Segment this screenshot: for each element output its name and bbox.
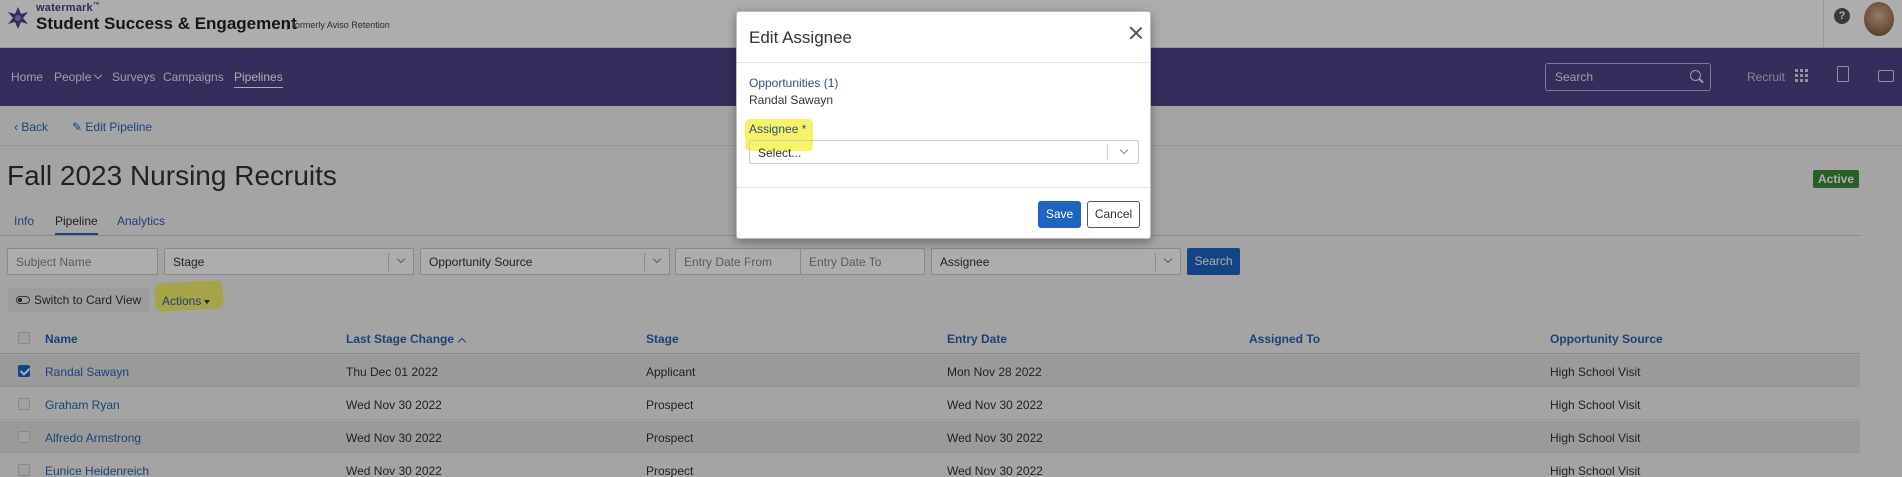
dialog-title: Edit Assignee — [749, 28, 853, 47]
opportunities-label: Opportunities (1) — [749, 76, 839, 90]
opportunity-name: Randal Sawayn — [749, 93, 834, 107]
assignee-select[interactable]: Select... — [749, 140, 1139, 164]
cancel-button[interactable]: Cancel — [1087, 201, 1140, 228]
dialog-divider — [737, 62, 1150, 63]
assignee-label: Assignee * — [749, 122, 807, 136]
save-button[interactable]: Save — [1038, 201, 1081, 228]
dialog-divider — [737, 187, 1150, 188]
chevron-down-icon — [1119, 145, 1129, 155]
edit-assignee-dialog: Edit Assignee Opportunities (1) Randal S… — [736, 11, 1151, 239]
close-icon[interactable] — [1129, 26, 1143, 40]
